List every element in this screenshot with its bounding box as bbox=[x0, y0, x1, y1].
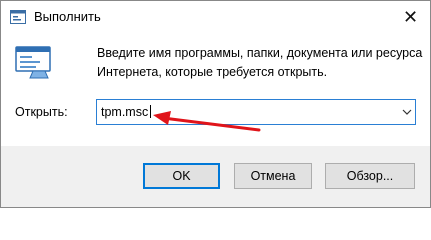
description-text: Введите имя программы, папки, документа … bbox=[97, 44, 423, 82]
browse-button[interactable]: Обзор... bbox=[325, 163, 415, 189]
run-dialog-icon bbox=[15, 46, 51, 79]
description-line-1: Введите имя программы, папки, документа … bbox=[97, 46, 423, 60]
cancel-button[interactable]: Отмена bbox=[234, 163, 312, 189]
description-line-2: Интернета, которые требуется открыть. bbox=[97, 65, 328, 79]
button-bar: OK Отмена Обзор... bbox=[1, 146, 430, 207]
window-title: Выполнить bbox=[34, 9, 101, 24]
title-bar: Выполнить ✕ bbox=[1, 1, 430, 33]
run-app-icon bbox=[10, 10, 26, 24]
close-icon: ✕ bbox=[402, 6, 419, 27]
red-arrow-annotation bbox=[153, 111, 261, 132]
chevron-down-icon[interactable] bbox=[399, 103, 415, 121]
ok-button[interactable]: OK bbox=[143, 163, 220, 189]
close-button[interactable]: ✕ bbox=[391, 1, 430, 33]
open-label: Открыть: bbox=[15, 105, 68, 119]
run-dialog-window: Выполнить ✕ Введите имя программы, папки… bbox=[0, 0, 431, 208]
